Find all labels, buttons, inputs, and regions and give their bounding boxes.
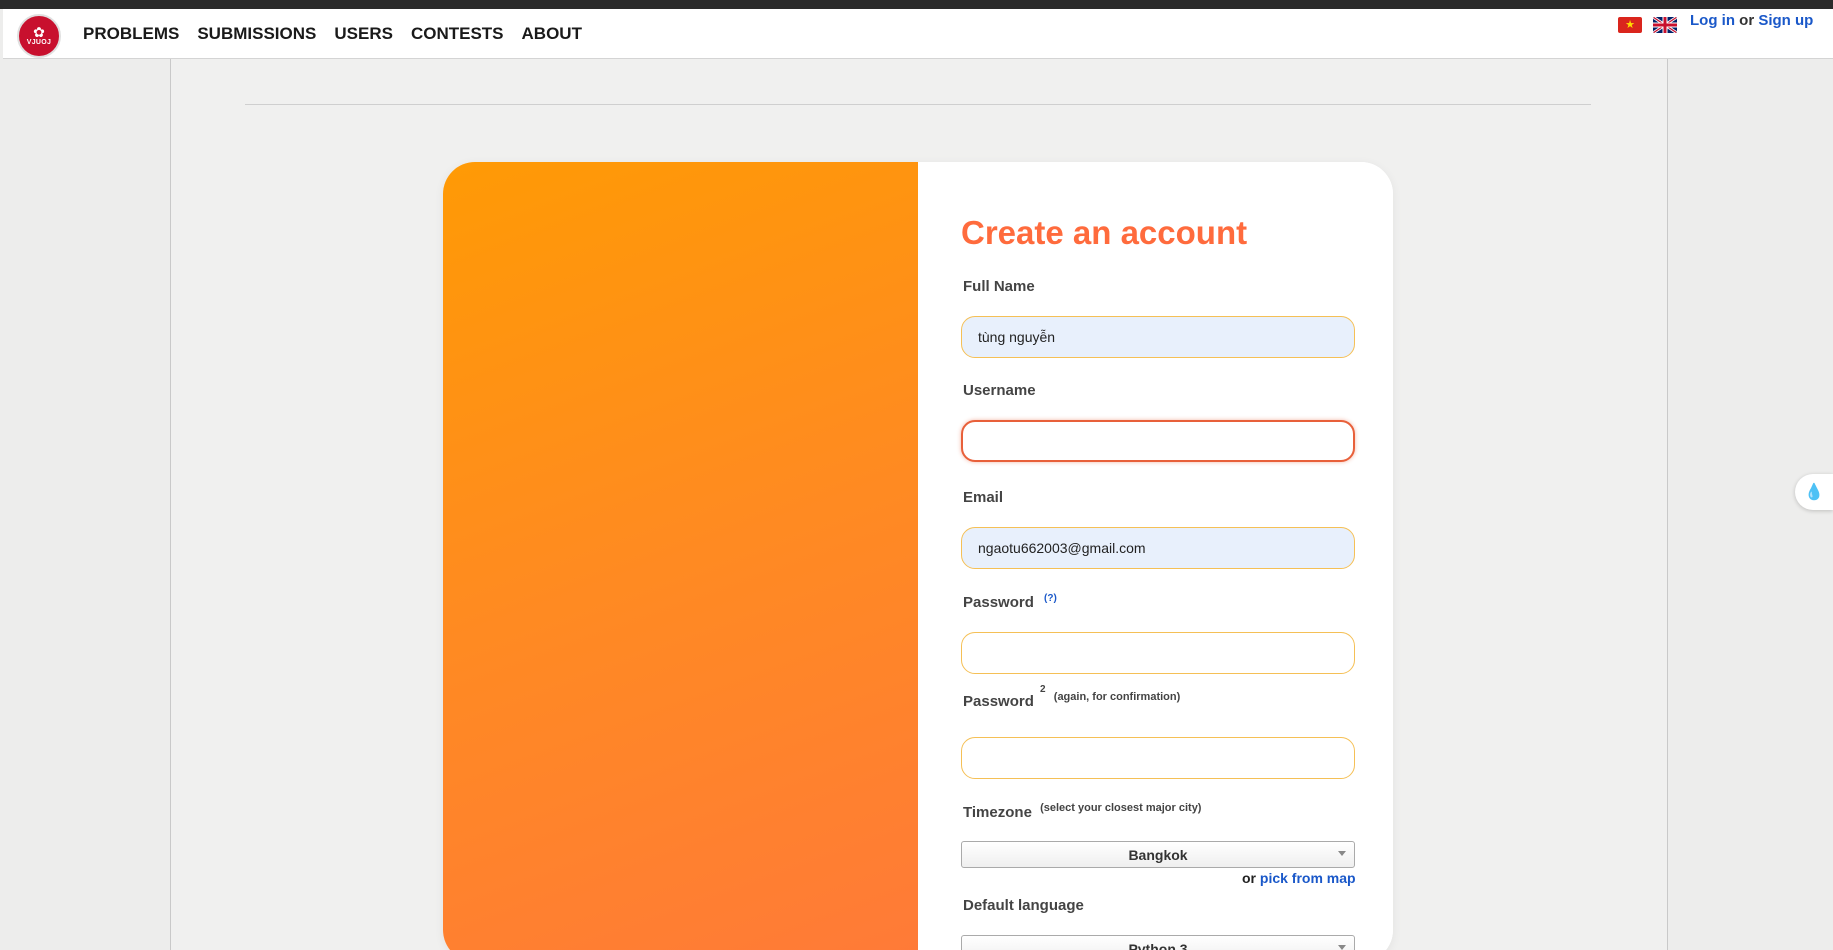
password2-label: Password 2 (again, for confirmation) (963, 684, 1181, 710)
auth-or-text: or (1739, 12, 1755, 29)
login-link[interactable]: Log in (1690, 12, 1735, 29)
card-gradient-panel (443, 162, 918, 950)
language-label: Default language (963, 897, 1084, 914)
timezone-value: Bangkok (1128, 846, 1188, 863)
email-input[interactable] (961, 527, 1355, 569)
nav-item-about[interactable]: ABOUT (522, 24, 582, 44)
map-or-text: or (1242, 870, 1256, 886)
uk-flag-icon[interactable] (1653, 17, 1677, 33)
password-input[interactable] (961, 632, 1355, 674)
chevron-down-icon (1338, 945, 1346, 950)
droplet-sparkle-icon[interactable]: 💧 (1795, 474, 1833, 510)
username-label: Username (963, 382, 1036, 399)
pick-from-map-link[interactable]: pick from map (1260, 870, 1356, 886)
password-help-link[interactable]: (?) (1044, 593, 1057, 604)
timezone-hint: (select your closest major city) (1040, 802, 1202, 814)
navbar: ✿ VJUOJ PROBLEMS SUBMISSIONS USERS CONTE… (3, 9, 1833, 59)
password-label: Password (?) (963, 593, 1057, 611)
form-title: Create an account (961, 214, 1248, 251)
language-value: Python 3 (1128, 940, 1188, 950)
language-select[interactable]: Python 3 (961, 935, 1355, 950)
password2-sup: 2 (1040, 684, 1046, 695)
nav-item-submissions[interactable]: SUBMISSIONS (197, 24, 316, 44)
signup-link[interactable]: Sign up (1758, 12, 1813, 29)
divider (245, 104, 1591, 105)
timezone-label: Timezone (select your closest major city… (963, 802, 1201, 821)
site-logo[interactable]: ✿ VJUOJ (17, 14, 61, 58)
vietnam-flag-icon[interactable]: ★ (1618, 17, 1642, 33)
password2-label-text: Password (963, 693, 1034, 710)
nav-item-problems[interactable]: PROBLEMS (83, 24, 179, 44)
password2-input[interactable] (961, 737, 1355, 779)
password-label-text: Password (963, 594, 1034, 611)
browser-top-strip (0, 0, 1833, 9)
map-link-row: or pick from map (1242, 870, 1356, 886)
full-name-label: Full Name (963, 278, 1035, 295)
logo-text: VJUOJ (26, 39, 52, 46)
timezone-select[interactable]: Bangkok (961, 841, 1355, 868)
chevron-down-icon (1338, 851, 1346, 856)
username-input[interactable] (961, 420, 1355, 462)
email-label: Email (963, 489, 1004, 506)
nav-item-contests[interactable]: CONTESTS (411, 24, 504, 44)
timezone-label-text: Timezone (963, 804, 1032, 821)
nav-item-users[interactable]: USERS (334, 24, 393, 44)
password2-hint: (again, for confirmation) (1053, 691, 1181, 703)
nav-menu: PROBLEMS SUBMISSIONS USERS CONTESTS ABOU… (83, 9, 600, 59)
full-name-input[interactable] (961, 316, 1355, 358)
lotus-icon: ✿ (33, 24, 45, 40)
auth-links: Log in or Sign up (1690, 12, 1813, 29)
